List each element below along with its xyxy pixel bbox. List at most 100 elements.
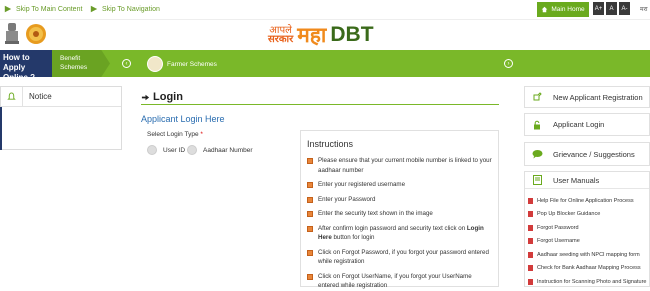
home-icon — [542, 6, 548, 13]
bullet-icon — [307, 196, 313, 203]
manual-link[interactable]: Forgot Password — [528, 221, 649, 235]
manual-label: Aadhaar seeding with NPCI mapping form — [537, 251, 640, 258]
instruction-post: button for login — [331, 234, 375, 241]
applicant-login-row: Applicant Login — [525, 114, 649, 135]
aadhaar-number-label: Aadhaar Number — [203, 146, 253, 154]
bullet-icon — [307, 211, 313, 217]
instruction-item: Enter your Password — [307, 195, 492, 205]
login-type-label: Select Login Type * — [147, 131, 203, 138]
bullet-icon — [307, 158, 313, 164]
instruction-item: Enter the security text shown in the ima… — [307, 209, 492, 219]
login-title: Login — [153, 91, 183, 103]
how-to-apply-button[interactable]: How to Apply Online ? — [0, 50, 52, 82]
scheme-navigation-bar: How to Apply Online ? Benefit Schemes ‹ … — [0, 50, 650, 82]
instruction-item: Click on Forgot Password, if you forgot … — [307, 248, 492, 267]
manual-link[interactable]: Instruction for Scanning Photo and Signa… — [528, 275, 649, 289]
skip-arrow-icon — [4, 5, 12, 13]
applicant-login-label: Applicant Login — [553, 120, 605, 129]
farmer-schemes-label: Farmer Schemes — [167, 60, 217, 68]
font-increase-button[interactable]: A+ — [593, 2, 604, 15]
pdf-icon — [528, 211, 533, 218]
bullet-icon — [307, 249, 313, 256]
chevron-right-icon[interactable]: › — [504, 59, 513, 68]
skip-to-navigation-link[interactable]: Skip To Navigation — [90, 5, 160, 13]
bullet-icon — [307, 273, 313, 280]
user-manuals-panel: User Manuals Help File for Online Applic… — [524, 171, 650, 287]
instruction-item: Please ensure that your current mobile n… — [307, 156, 492, 175]
bullet-icon — [307, 182, 313, 188]
instruction-text: Enter your Password — [318, 195, 376, 203]
pdf-icon — [528, 278, 533, 285]
manual-link[interactable]: Forgot Username — [528, 235, 649, 249]
instruction-text: Please ensure that your current mobile n… — [318, 157, 492, 174]
manual-link[interactable]: Aadhaar seeding with NPCI mapping form — [528, 248, 649, 262]
skip-to-main-link[interactable]: Skip To Main Content — [4, 5, 82, 13]
font-normal-button[interactable]: A — [606, 2, 617, 15]
pdf-icon — [528, 238, 533, 245]
user-id-label: User ID — [163, 146, 186, 154]
main-home-label: Main Home — [551, 6, 585, 13]
notice-title: Notice — [29, 92, 52, 101]
skip-arrow-icon — [90, 5, 98, 13]
pdf-icon — [528, 197, 533, 204]
manual-link[interactable]: Check for Bank Aadhaar Mapping Process — [528, 262, 649, 276]
how-to-line1: How to — [3, 53, 30, 62]
notice-header: Notice — [1, 86, 121, 107]
lock-icon — [531, 119, 543, 131]
farmer-schemes-link[interactable]: Farmer Schemes — [147, 56, 217, 72]
aaple-sarkar-logo: आपले सरकार — [268, 26, 294, 45]
required-mark: * — [200, 131, 203, 138]
aadhaar-number-radio[interactable]: Aadhaar Number — [187, 145, 253, 155]
pdf-icon — [528, 224, 533, 231]
new-registration-label: New Applicant Registration — [553, 92, 643, 102]
skip-main-label: Skip To Main Content — [16, 5, 83, 13]
radio-circle[interactable] — [147, 145, 157, 155]
instruction-text: Click on Forgot Password, if you forgot … — [318, 248, 489, 266]
maha-text: महा — [297, 24, 327, 47]
mahadbt-logo: आपले सरकार महा DBT — [268, 22, 374, 48]
radio-circle[interactable] — [187, 145, 197, 155]
grievance-card[interactable]: Grievance / Suggestions — [524, 142, 650, 166]
main-home-button[interactable]: Main Home — [537, 2, 589, 17]
manual-label: Forgot Username — [537, 238, 580, 245]
book-icon — [531, 174, 543, 186]
grievance-label: Grievance / Suggestions — [553, 149, 635, 159]
maharashtra-seal-icon — [26, 24, 46, 44]
chat-bubble-icon — [531, 148, 543, 160]
user-id-radio[interactable]: User ID — [147, 145, 185, 155]
skip-nav-label: Skip To Navigation — [102, 5, 160, 13]
dbt-text: DBT — [330, 23, 374, 46]
instruction-text: Enter your registered username — [318, 181, 406, 188]
instruction-item: Click on Forgot UserName, if you forgot … — [307, 272, 492, 291]
instruction-text: Click on Forgot UserName, if you forgot … — [318, 272, 472, 290]
instructions-panel: Instructions Please ensure that your cur… — [300, 130, 499, 289]
login-type-text: Select Login Type — [147, 131, 199, 138]
user-add-icon — [531, 91, 543, 103]
top-utility-bar: Skip To Main Content Skip To Navigation … — [0, 0, 650, 20]
manual-link[interactable]: Pop Up Blocker Guidance — [528, 208, 649, 222]
applicant-login-title: Applicant Login Here — [141, 114, 225, 124]
new-registration-card[interactable]: New Applicant Registration — [524, 86, 650, 108]
sarkar-text: सरकार — [268, 34, 294, 45]
language-switch[interactable]: मरा — [640, 5, 648, 13]
applicant-login-card[interactable]: Applicant Login — [524, 113, 650, 136]
manual-link[interactable]: Help File for Online Application Process — [528, 194, 649, 208]
instruction-text: Enter the security text shown in the ima… — [318, 210, 433, 217]
pdf-icon — [528, 265, 533, 272]
bell-icon — [1, 86, 23, 107]
bullet-icon — [307, 225, 313, 232]
notice-panel: Notice — [0, 86, 122, 150]
instruction-item: Enter your registered username — [307, 180, 492, 190]
sign-in-icon — [141, 94, 150, 100]
manuals-list: Help File for Online Application Process… — [525, 189, 649, 289]
manual-label: Instruction for Scanning Photo and Signa… — [537, 278, 647, 285]
manual-label: Check for Bank Aadhaar Mapping Process — [537, 265, 641, 272]
chevron-left-icon[interactable]: ‹ — [122, 59, 131, 68]
manual-label: Help File for Online Application Process — [537, 197, 634, 204]
user-manuals-header: User Manuals — [525, 172, 649, 189]
login-divider — [141, 104, 499, 105]
manual-label: Pop Up Blocker Guidance — [537, 211, 601, 218]
benefit-line1: Benefit — [60, 55, 81, 62]
font-decrease-button[interactable]: A- — [619, 2, 630, 15]
pdf-icon — [528, 251, 533, 258]
